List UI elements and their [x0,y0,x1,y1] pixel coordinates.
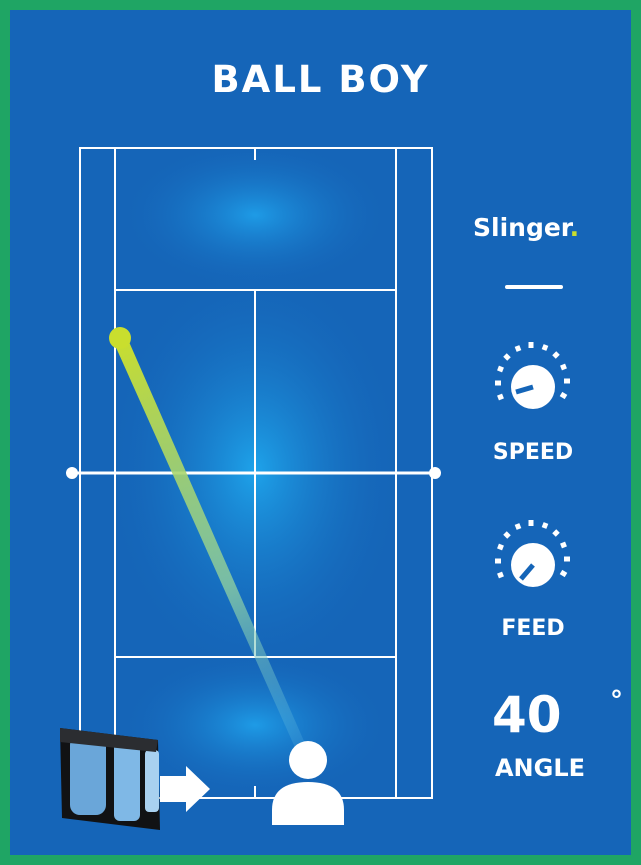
ball-boy-panel: BALL BOY Slinger. SPEED FEED 40 ° ANGLE [10,10,631,855]
feed-dial-icon[interactable] [493,518,573,598]
angle-value: 40 [492,686,562,744]
net-post-left [66,467,78,479]
angle-degree-symbol: ° [610,686,623,716]
feed-label: FEED [501,616,565,641]
slinger-logo: Slinger. [473,213,580,242]
net-post-right [429,467,441,479]
tennis-ball-icon [109,327,131,349]
brand-divider [505,285,563,289]
speed-label: SPEED [492,440,574,465]
ball-machine-icon[interactable] [60,728,160,830]
speed-dial-icon[interactable] [493,340,573,420]
angle-label: ANGLE [494,754,586,782]
